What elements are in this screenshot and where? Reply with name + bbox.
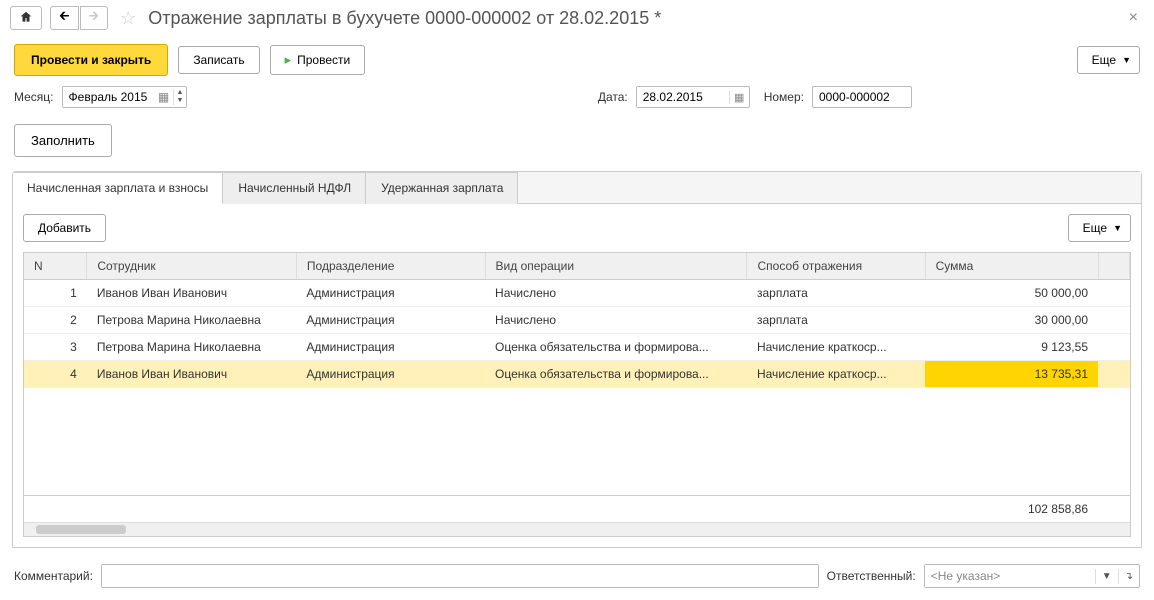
- month-picker[interactable]: ▦ ▲ ▼: [62, 86, 188, 108]
- post-icon: ▸: [285, 52, 292, 68]
- month-down-icon[interactable]: ▼: [174, 97, 187, 105]
- total-sum: 102 858,86: [925, 496, 1098, 523]
- chevron-down-icon: ▼: [1122, 55, 1131, 65]
- dropdown-icon[interactable]: ▼: [1095, 569, 1118, 584]
- arrow-left-icon: 🡰: [59, 7, 70, 29]
- more-button[interactable]: Еще ▼: [1077, 46, 1140, 74]
- add-row-button[interactable]: Добавить: [23, 214, 106, 242]
- post-and-close-button[interactable]: Провести и закрыть: [14, 44, 168, 76]
- col-n[interactable]: N: [24, 253, 87, 280]
- table-row[interactable]: 2 Петрова Марина Николаевна Администраци…: [24, 307, 1130, 334]
- tabs: Начисленная зарплата и взносы Начисленны…: [13, 172, 1141, 204]
- col-method[interactable]: Способ отражения: [747, 253, 925, 280]
- chevron-down-icon: ▼: [1113, 223, 1122, 233]
- col-operation[interactable]: Вид операции: [485, 253, 747, 280]
- post-label: Провести: [297, 53, 350, 67]
- month-label: Месяц:: [14, 90, 54, 104]
- nav-back-button[interactable]: 🡰: [50, 6, 79, 30]
- responsible-input[interactable]: [925, 565, 1095, 587]
- page-title: Отражение зарплаты в бухучете 0000-00000…: [148, 8, 661, 29]
- date-label: Дата:: [598, 90, 628, 104]
- date-input[interactable]: [637, 87, 729, 107]
- horizontal-scrollbar[interactable]: [24, 522, 1130, 536]
- nav-forward-button[interactable]: 🡲: [80, 6, 109, 30]
- comment-input[interactable]: [101, 564, 819, 588]
- date-field[interactable]: ▦: [636, 86, 750, 108]
- col-sum[interactable]: Сумма: [925, 253, 1098, 280]
- table-more-button[interactable]: Еще ▼: [1068, 214, 1131, 242]
- arrow-right-icon: 🡲: [89, 7, 100, 29]
- scroll-thumb[interactable]: [36, 525, 126, 534]
- tab-withheld[interactable]: Удержанная зарплата: [366, 172, 518, 204]
- home-button[interactable]: [10, 6, 42, 30]
- number-label: Номер:: [764, 90, 804, 104]
- save-button[interactable]: Записать: [178, 46, 259, 74]
- number-input[interactable]: [812, 86, 912, 108]
- salary-table[interactable]: N Сотрудник Подразделение Вид операции С…: [24, 253, 1130, 522]
- table-more-label: Еще: [1083, 221, 1107, 235]
- table-row-selected[interactable]: 4 Иванов Иван Иванович Администрация Оце…: [24, 361, 1130, 388]
- table-footer-row: 102 858,86: [24, 496, 1130, 523]
- home-icon: [19, 10, 33, 27]
- table-row[interactable]: 3 Петрова Марина Николаевна Администраци…: [24, 334, 1130, 361]
- more-label: Еще: [1092, 53, 1116, 67]
- responsible-label: Ответственный:: [827, 569, 916, 583]
- col-department[interactable]: Подразделение: [296, 253, 485, 280]
- tab-accrued-salary[interactable]: Начисленная зарплата и взносы: [13, 172, 223, 204]
- table-row[interactable]: 1 Иванов Иван Иванович Администрация Нач…: [24, 280, 1130, 307]
- month-up-icon[interactable]: ▲: [174, 89, 187, 97]
- tab-ndfl[interactable]: Начисленный НДФЛ: [223, 172, 366, 204]
- post-button[interactable]: ▸ Провести: [270, 45, 366, 75]
- month-input[interactable]: [63, 87, 155, 107]
- comment-label: Комментарий:: [14, 569, 93, 583]
- col-employee[interactable]: Сотрудник: [87, 253, 297, 280]
- open-icon[interactable]: ↴: [1118, 569, 1139, 584]
- favorite-star-icon[interactable]: ☆: [120, 8, 136, 29]
- close-button[interactable]: ×: [1123, 9, 1144, 27]
- col-extra: [1098, 253, 1130, 280]
- fill-button[interactable]: Заполнить: [14, 124, 112, 157]
- calendar-icon[interactable]: ▦: [155, 90, 173, 104]
- calendar-icon[interactable]: ▦: [729, 91, 749, 104]
